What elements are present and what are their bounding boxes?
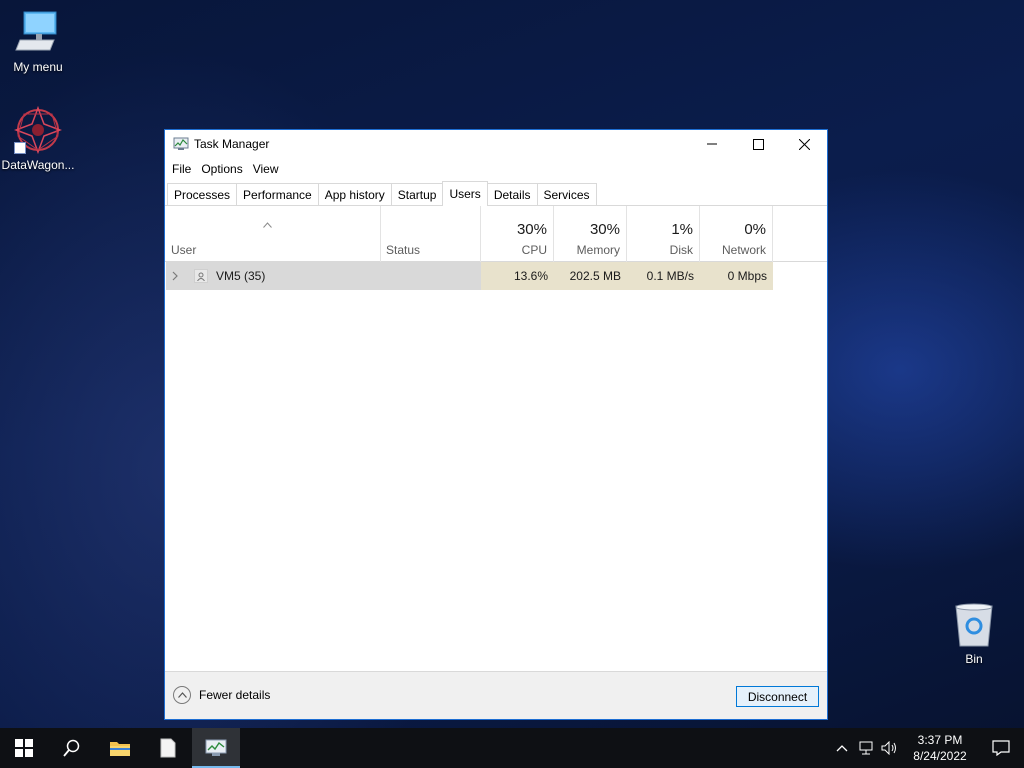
disconnect-button[interactable]: Disconnect: [736, 686, 819, 707]
row-cpu: 13.6%: [481, 262, 554, 290]
column-network[interactable]: 0% Network: [699, 206, 772, 262]
taskbar-notepad[interactable]: [144, 728, 192, 768]
cpu-total-percent: 30%: [516, 221, 547, 238]
network-icon: [859, 741, 873, 755]
tab-startup[interactable]: Startup: [390, 183, 444, 205]
network-tray-button[interactable]: [854, 728, 878, 768]
network-total-percent: 0%: [744, 221, 766, 238]
minimize-icon: [707, 143, 717, 145]
fewer-details-label: Fewer details: [199, 688, 271, 702]
chevron-up-circle-icon: [173, 686, 191, 704]
sort-up-icon: [263, 217, 272, 231]
desktop-icon-label: Bin: [965, 652, 983, 666]
taskbar-clock[interactable]: 3:37 PM 8/24/2022: [902, 732, 978, 764]
search-button[interactable]: [48, 728, 96, 768]
task-manager-icon: [205, 739, 227, 756]
datawagon-logo-icon: [13, 105, 63, 155]
column-status[interactable]: Status: [380, 206, 480, 262]
desktop-icon-my-menu[interactable]: My menu: [0, 10, 78, 74]
tab-details[interactable]: Details: [486, 183, 538, 205]
title-bar[interactable]: Task Manager: [165, 130, 827, 158]
user-icon: [194, 269, 208, 283]
desktop-icon-datawagon[interactable]: DataWagon...: [0, 105, 78, 172]
task-manager-window: Task Manager File Options View Processes…: [164, 129, 828, 720]
menu-file[interactable]: File: [167, 162, 196, 176]
menu-bar: File Options View: [165, 158, 827, 180]
column-disk[interactable]: 1% Disk: [626, 206, 699, 262]
volume-tray-button[interactable]: [878, 728, 902, 768]
column-divider: [772, 206, 773, 262]
speaker-icon: [881, 741, 896, 755]
computer-icon: [14, 10, 62, 56]
taskbar-file-explorer[interactable]: [96, 728, 144, 768]
windows-logo-icon: [15, 739, 33, 757]
action-center-button[interactable]: [978, 728, 1024, 768]
table-header: User Status 30% CPU 30% Memory 1% Disk 0…: [165, 206, 827, 262]
column-network-label: Network: [721, 243, 766, 257]
close-button[interactable]: [781, 130, 827, 158]
tab-users[interactable]: Users: [442, 181, 488, 206]
row-disk: 0.1 MB/s: [627, 262, 700, 290]
window-title: Task Manager: [194, 137, 270, 151]
desktop-icon-bin[interactable]: Bin: [934, 602, 1014, 666]
recycle-bin-icon: [952, 602, 996, 648]
maximize-icon: [752, 138, 764, 150]
clock-date: 8/24/2022: [913, 749, 967, 763]
column-user-label: User: [171, 243, 197, 257]
tab-performance[interactable]: Performance: [236, 183, 319, 205]
chevron-up-icon: [836, 745, 848, 752]
disk-total-percent: 1%: [671, 221, 693, 238]
column-memory[interactable]: 30% Memory: [553, 206, 626, 262]
memory-total-percent: 30%: [589, 221, 620, 238]
row-network: 0 Mbps: [700, 262, 773, 290]
taskbar: 3:37 PM 8/24/2022: [0, 728, 1024, 768]
row-memory: 202.5 MB: [554, 262, 627, 290]
system-tray: 3:37 PM 8/24/2022: [830, 728, 1024, 768]
taskbar-task-manager[interactable]: [192, 728, 240, 768]
maximize-button[interactable]: [735, 130, 781, 158]
expand-chevron-icon[interactable]: [172, 262, 184, 290]
tab-strip: Processes Performance App history Startu…: [165, 180, 827, 206]
row-status: [381, 262, 481, 290]
tab-services[interactable]: Services: [536, 183, 597, 205]
column-disk-label: Disk: [669, 243, 693, 257]
footer-bar: Fewer details Disconnect: [165, 671, 827, 719]
tab-app-history[interactable]: App history: [317, 183, 392, 205]
menu-view[interactable]: View: [248, 162, 284, 176]
close-icon: [798, 138, 810, 150]
task-manager-icon: [173, 136, 189, 152]
table-row[interactable]: VM5 (35) 13.6% 202.5 MB 0.1 MB/s 0 Mbps: [166, 262, 773, 290]
column-status-label: Status: [386, 243, 421, 257]
start-button[interactable]: [0, 728, 48, 768]
column-cpu-label: CPU: [521, 243, 547, 257]
notification-icon: [992, 740, 1010, 756]
folder-icon: [110, 742, 130, 756]
column-memory-label: Memory: [576, 243, 620, 257]
tab-processes[interactable]: Processes: [167, 183, 238, 205]
desktop-icon-label: DataWagon...: [1, 158, 75, 172]
fewer-details-toggle[interactable]: Fewer details: [173, 686, 270, 704]
document-icon: [160, 738, 176, 758]
minimize-button[interactable]: [689, 130, 735, 158]
shortcut-arrow-icon: [14, 142, 26, 154]
search-icon: [63, 739, 80, 757]
show-hidden-icons-button[interactable]: [830, 728, 854, 768]
row-user-name: VM5 (35): [216, 269, 266, 283]
column-user[interactable]: User: [165, 206, 380, 262]
clock-time: 3:37 PM: [917, 733, 963, 747]
menu-options[interactable]: Options: [196, 162, 247, 176]
column-cpu[interactable]: 30% CPU: [480, 206, 553, 262]
desktop-icon-label: My menu: [13, 60, 63, 74]
